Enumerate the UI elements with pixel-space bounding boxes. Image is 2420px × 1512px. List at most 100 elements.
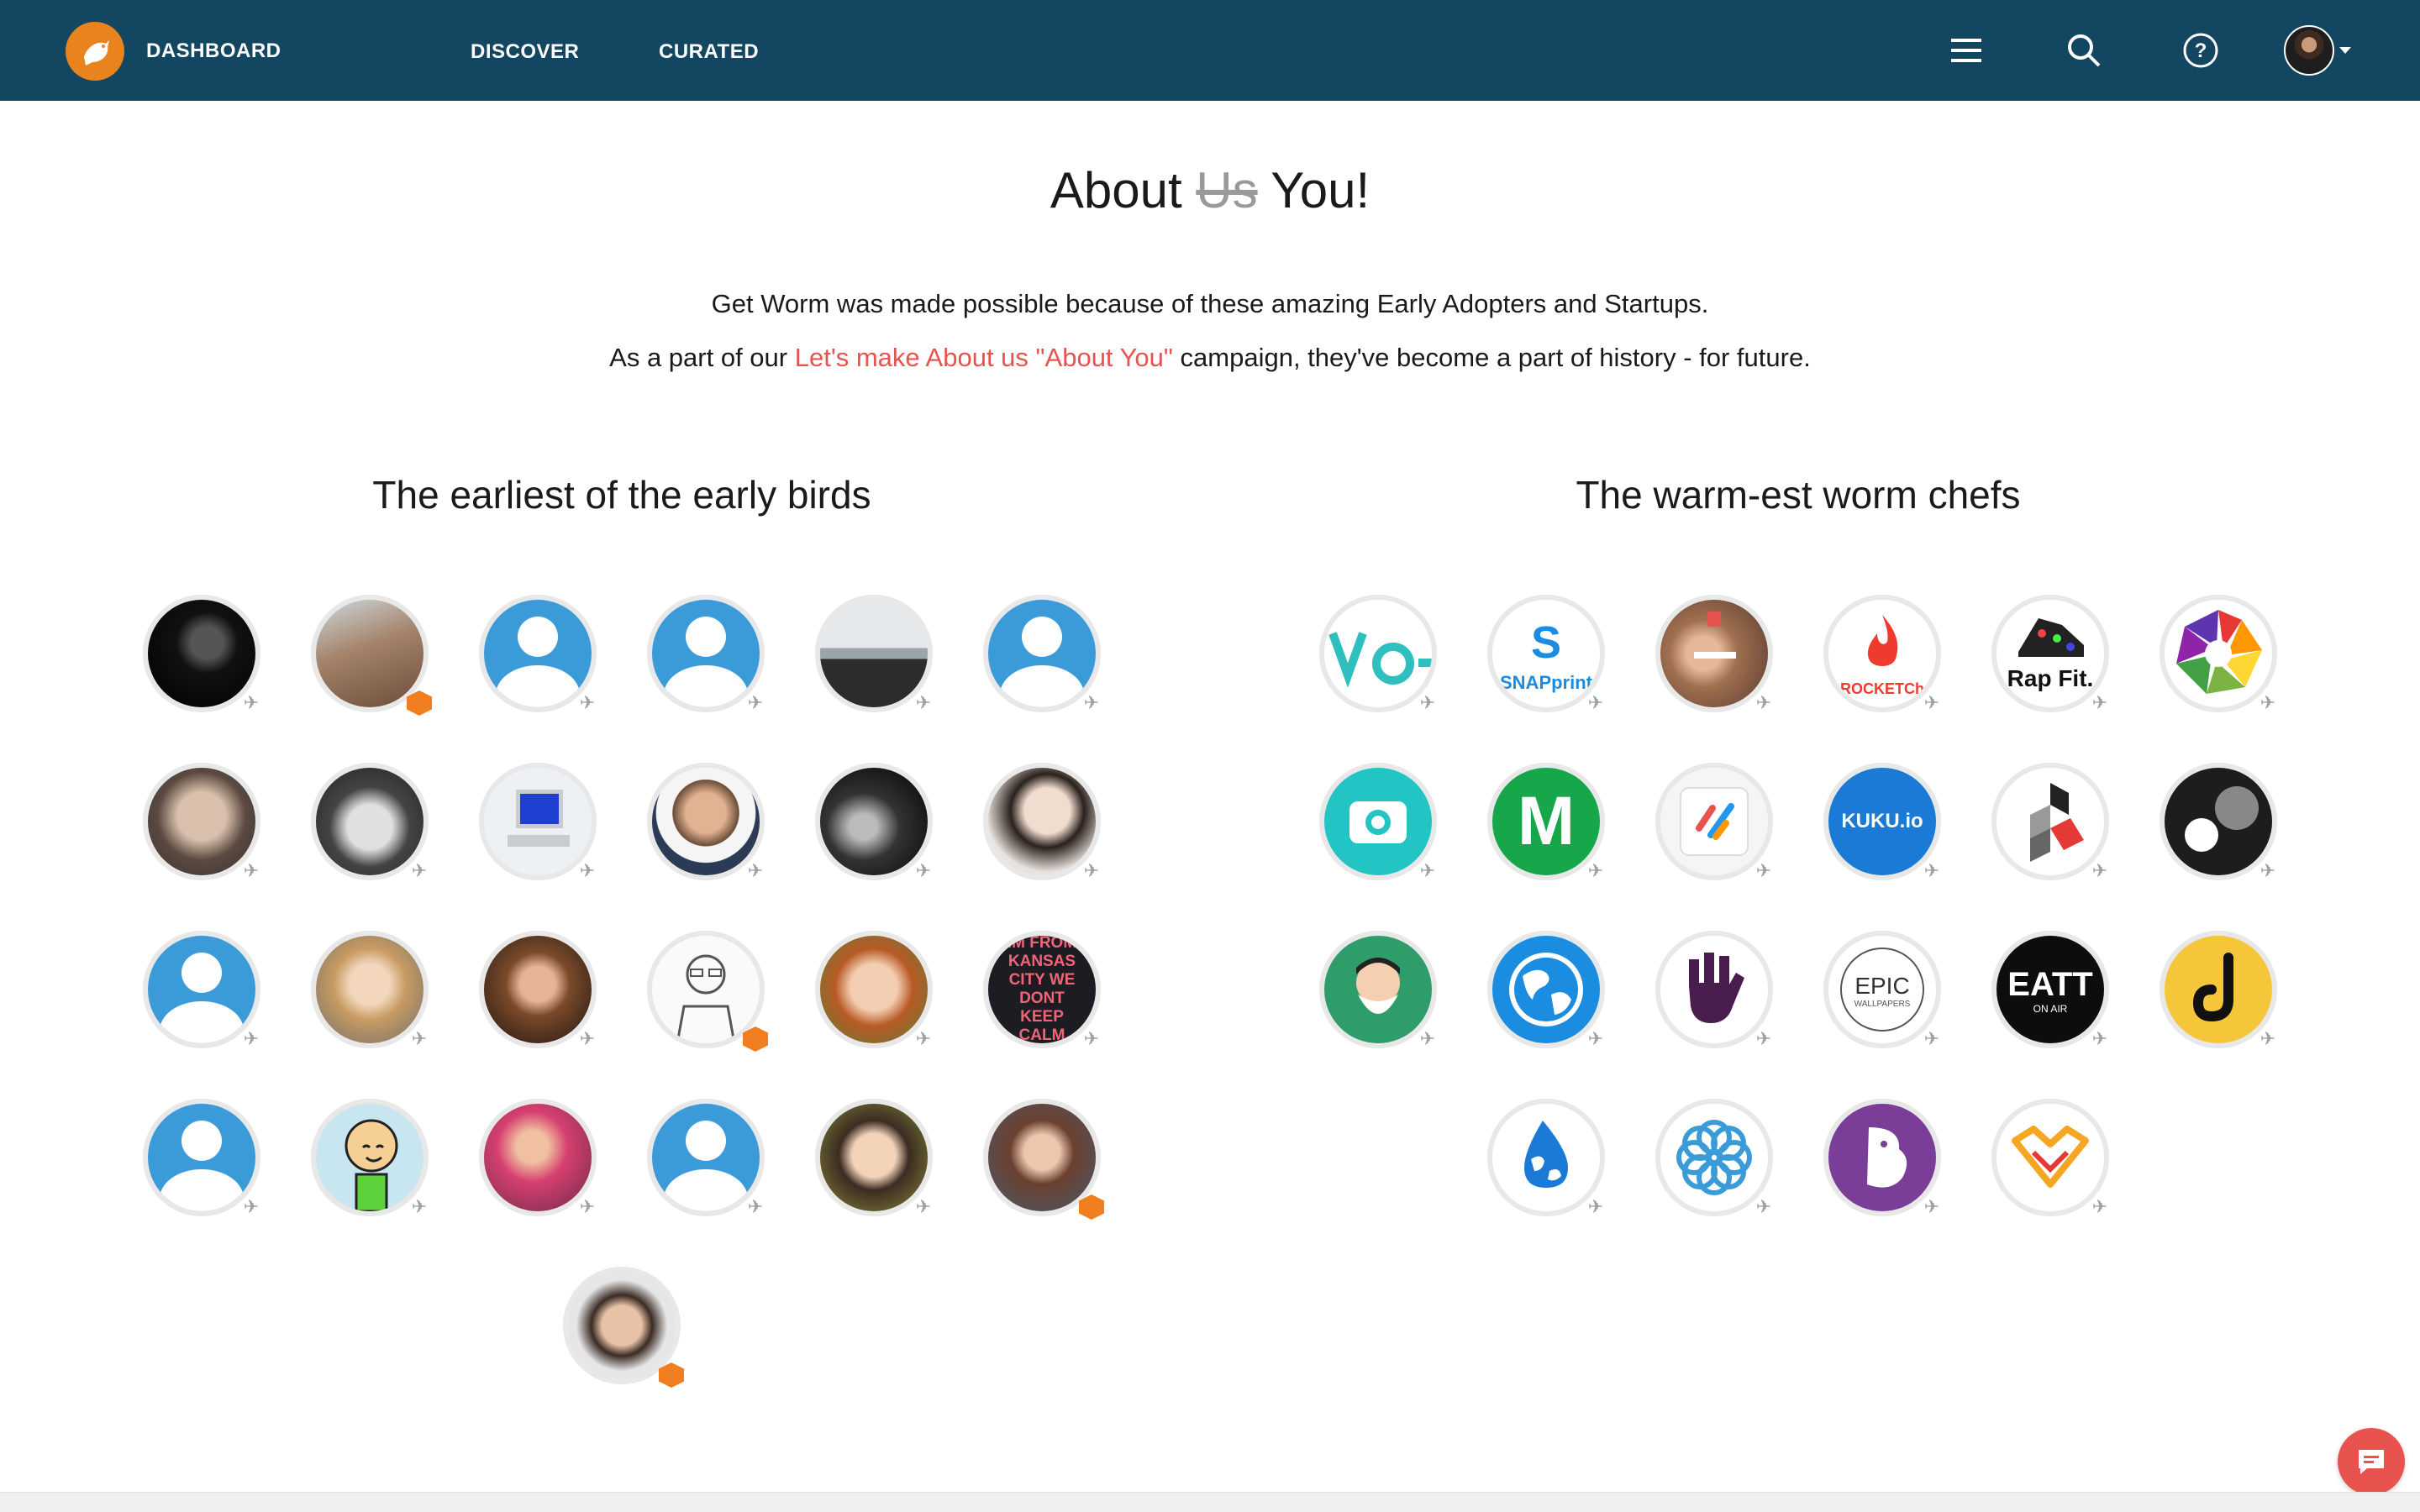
hex-badge-icon (657, 1362, 686, 1388)
eatt-logo-text: EATT (2007, 966, 2093, 1003)
worm-chef-logo[interactable]: ✈ (1319, 763, 1437, 881)
worm-chef-logo[interactable]: ✈ (1991, 1099, 2109, 1217)
epic-logo-text: EPIC (1854, 973, 1910, 999)
plane-badge-icon: ✈ (915, 1028, 932, 1049)
early-bird-avatar[interactable] (311, 595, 432, 716)
rocket-badge-icon: ✈ (1923, 1028, 1940, 1049)
intro-prefix: As a part of our (609, 343, 795, 372)
early-bird-avatar[interactable]: ✈ (143, 931, 260, 1049)
intro-line-1: Get Worm was made possible because of th… (711, 289, 1709, 318)
rocket-badge-icon: ✈ (1587, 1028, 1604, 1049)
early-bird-avatar[interactable]: ✈ (647, 1099, 765, 1217)
worm-chef-logo[interactable]: ✈ (1319, 931, 1437, 1049)
rocket-badge-icon: ✈ (1923, 1196, 1940, 1217)
early-bird-avatar[interactable]: ✈ (983, 595, 1101, 713)
worm-chef-logo[interactable]: ✈ (2160, 931, 2277, 1049)
worm-chef-logo[interactable]: EATT ON AIR ✈ (1991, 931, 2109, 1049)
early-bird-avatar[interactable] (563, 1267, 684, 1388)
menu-icon[interactable] (1948, 32, 1985, 69)
worm-chef-logo[interactable]: ✈ (1319, 595, 1437, 713)
search-icon[interactable] (2065, 32, 2102, 69)
campaign-link[interactable]: Let's make About us "About You" (795, 343, 1173, 372)
plane-badge-icon: ✈ (1083, 860, 1100, 881)
page-title: About Us You! (0, 161, 2420, 219)
hex-badge-icon (1077, 1194, 1106, 1220)
nav-curated[interactable]: CURATED (659, 40, 759, 64)
chevron-down-icon[interactable] (2339, 47, 2351, 54)
brand[interactable]: DASHBOARD (66, 22, 281, 81)
plane-badge-icon: ✈ (1083, 1028, 1100, 1049)
worm-chef-logo[interactable]: EPIC WALLPAPERS ✈ (1823, 931, 1941, 1049)
title-you: You! (1270, 162, 1370, 218)
plane-badge-icon: ✈ (579, 692, 596, 713)
early-bird-avatar[interactable] (983, 1099, 1104, 1220)
early-bird-avatar[interactable]: ✈ (647, 595, 765, 713)
worm-chef-logo[interactable]: ✈ (1823, 1099, 1941, 1217)
worm-chef-logo[interactable]: KUKU.io ✈ (1823, 763, 1941, 881)
rocket-badge-icon: ✈ (1419, 1028, 1436, 1049)
hex-badge-icon (405, 690, 434, 716)
worm-chef-logo[interactable]: ✈ (1655, 595, 1773, 713)
worm-chef-logo[interactable]: ✈ (1991, 763, 2109, 881)
worm-chef-logo[interactable]: Rap Fit. ✈ (1991, 595, 2109, 713)
plane-badge-icon: ✈ (411, 860, 428, 881)
plane-badge-icon: ✈ (243, 1196, 260, 1217)
user-avatar[interactable] (2284, 25, 2334, 76)
plane-badge-icon: ✈ (747, 860, 764, 881)
early-bird-avatar[interactable] (647, 931, 768, 1052)
early-bird-avatar[interactable]: ✈ (479, 931, 597, 1049)
snap-logo-text: S (1530, 617, 1562, 668)
rocket-badge-icon: ✈ (1587, 692, 1604, 713)
worm-chef-logo[interactable]: ROCKETCh ✈ (1823, 595, 1941, 713)
worm-chef-logo[interactable]: S SNAPprint ✈ (1487, 595, 1605, 713)
rocket-badge-icon: ✈ (1755, 692, 1772, 713)
rocket-badge-icon: ✈ (2260, 692, 2276, 713)
early-bird-avatar[interactable]: ✈ (311, 1099, 429, 1217)
early-bird-avatar[interactable]: ✈ (815, 931, 933, 1049)
early-bird-avatar[interactable]: ✈ (143, 1099, 260, 1217)
worm-chef-logo[interactable]: ✈ (2160, 595, 2277, 713)
eatt-logo-subtext: ON AIR (2033, 1003, 2068, 1015)
early-bird-avatar[interactable]: ✈ (479, 763, 597, 881)
early-bird-avatar[interactable]: ✈ (647, 763, 765, 881)
early-bird-avatar[interactable]: ✈ (815, 1099, 933, 1217)
early-bird-avatar[interactable]: ✈ (983, 763, 1101, 881)
epic-logo-subtext: WALLPAPERS (1854, 1000, 1911, 1009)
rapfit-logo-text: Rap Fit. (2007, 665, 2094, 691)
early-bird-avatar[interactable]: ✈ (311, 763, 429, 881)
rocket-badge-icon: ✈ (2091, 692, 2108, 713)
rocket-badge-icon: ✈ (1755, 860, 1772, 881)
chat-button[interactable] (2338, 1428, 2405, 1495)
worm-chef-logo[interactable]: M ✈ (1487, 763, 1605, 881)
early-bird-avatar[interactable]: ✈ (479, 595, 597, 713)
title-struck-us: Us (1196, 162, 1258, 218)
worm-chef-logo[interactable]: ✈ (1487, 1099, 1605, 1217)
worm-chef-logo[interactable]: ✈ (1655, 763, 1773, 881)
early-bird-avatar[interactable]: ✈ (815, 595, 933, 713)
rocket-badge-icon: ✈ (2091, 1196, 2108, 1217)
plane-badge-icon: ✈ (747, 1196, 764, 1217)
help-icon[interactable]: ? (2182, 32, 2219, 69)
dashboard-link[interactable]: DASHBOARD (146, 39, 281, 63)
early-bird-avatar[interactable]: ✈ (815, 763, 933, 881)
rocket-badge-icon: ✈ (2091, 860, 2108, 881)
early-bird-avatar[interactable]: ✈ (143, 595, 260, 713)
worm-chef-logo[interactable]: ✈ (1655, 1099, 1773, 1217)
nav-discover[interactable]: DISCOVER (471, 40, 579, 64)
early-bird-avatar[interactable]: IM FROM KANSAS CITY WE DONT KEEP CALM ✈ (983, 931, 1101, 1049)
plane-badge-icon: ✈ (915, 692, 932, 713)
early-bird-avatar[interactable]: ✈ (479, 1099, 597, 1217)
title-about: About (1050, 162, 1182, 218)
plane-badge-icon: ✈ (1083, 692, 1100, 713)
worm-chef-logo[interactable]: ✈ (1655, 931, 1773, 1049)
plane-badge-icon: ✈ (579, 860, 596, 881)
footer-divider (0, 1492, 2420, 1512)
section-title-early-birds: The earliest of the early birds (372, 473, 871, 517)
plane-badge-icon: ✈ (747, 692, 764, 713)
plane-badge-icon: ✈ (243, 1028, 260, 1049)
rocket-badge-icon: ✈ (1923, 692, 1940, 713)
early-bird-avatar[interactable]: ✈ (143, 763, 260, 881)
worm-chef-logo[interactable]: ✈ (1487, 931, 1605, 1049)
worm-chef-logo[interactable]: ✈ (2160, 763, 2277, 881)
early-bird-avatar[interactable]: ✈ (311, 931, 429, 1049)
